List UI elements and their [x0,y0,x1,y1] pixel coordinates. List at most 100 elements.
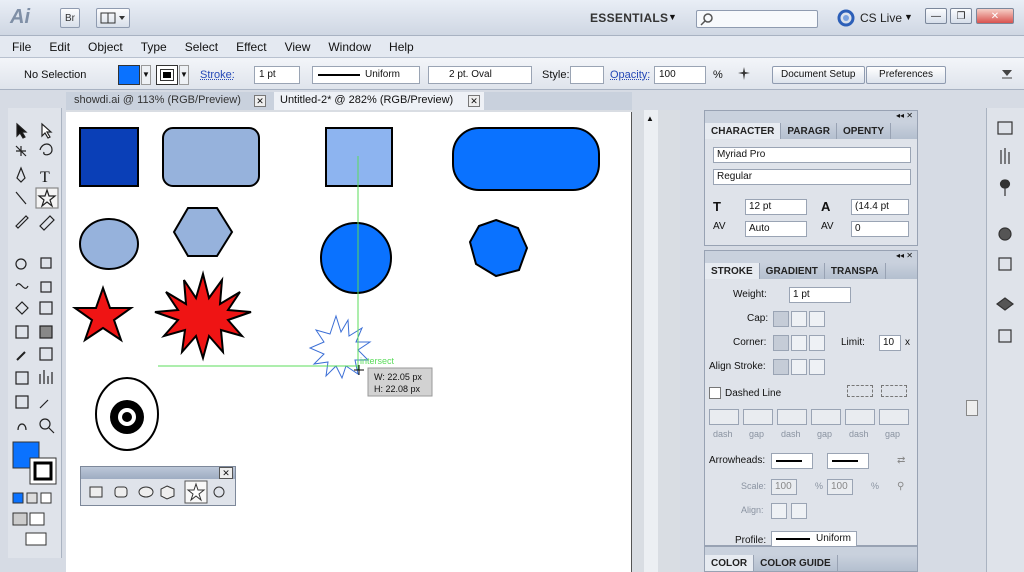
help-search-input[interactable] [696,10,818,28]
menu-help[interactable]: Help [389,40,414,54]
stroke-weight-input[interactable]: 1 pt [789,287,851,303]
panel-collapse-icon[interactable]: ◂◂ ✕ [705,251,917,263]
style-swatch-select[interactable] [570,66,604,84]
panel-collapse-icon[interactable]: ◂◂ ✕ [705,111,917,123]
tab-opentype[interactable]: OPENTY [837,123,892,139]
leading-input[interactable]: (14.4 pt [851,199,909,215]
menu-type[interactable]: Type [141,40,167,54]
arrow-place-button[interactable] [791,503,807,519]
search-icon [700,13,713,26]
fill-dropdown-icon[interactable]: ▼ [141,65,151,85]
dashed-line-checkbox[interactable] [709,387,721,399]
tab-showdi[interactable]: showdi.ai @ 113% (RGB/Preview) [68,92,268,110]
round-cap-button[interactable] [791,311,807,327]
dash-preserve-icon[interactable] [881,385,907,397]
cslive-chevron-icon[interactable]: ▼ [904,12,913,22]
preferences-button[interactable]: Preferences [866,66,946,84]
swatches-icon [997,121,1013,135]
menu-file[interactable]: File [12,40,31,54]
start-scale-input[interactable]: 100 [771,479,797,495]
font-family-select[interactable]: Myriad Pro [713,147,911,163]
link-scale-icon[interactable]: ⚲ [897,481,904,492]
menu-object[interactable]: Object [88,40,123,54]
font-size-input[interactable]: 12 pt [745,199,807,215]
dock-scroll-thumb[interactable] [966,400,978,416]
arrange-documents-button[interactable] [96,8,130,28]
stroke-dropdown-icon[interactable]: ▼ [179,65,189,85]
draw-behind-icon [29,512,45,526]
miter-join-button[interactable] [773,335,789,351]
end-scale-input[interactable]: 100 [827,479,853,495]
cslive-label[interactable]: CS Live [860,11,902,25]
swap-arrowheads-icon[interactable]: ⇄ [897,455,905,466]
opacity-label[interactable]: Opacity: [610,69,650,81]
align-center-button[interactable] [773,359,789,375]
tracking-input[interactable]: 0 [851,221,909,237]
arrow-extend-button[interactable] [771,503,787,519]
menu-effect[interactable]: Effect [236,40,266,54]
brush-select[interactable]: 2 pt. Oval [428,66,532,84]
shape-toolbar-close-icon[interactable]: ✕ [219,467,233,479]
dash-1-input[interactable] [709,409,739,425]
tab-paragraph[interactable]: PARAGR [781,123,837,139]
minimize-button[interactable]: — [925,8,947,24]
align-outside-button[interactable] [809,359,825,375]
column-graph-tool-icon [39,370,53,384]
stroke-profile-value: Uniform [365,69,401,80]
gap-1-input[interactable] [743,409,773,425]
bridge-button[interactable]: Br [60,8,80,28]
tab-stroke[interactable]: STROKE [705,263,760,279]
stroke-profile-select[interactable]: Uniform [771,531,857,547]
font-style-select[interactable]: Regular [713,169,911,185]
menu-view[interactable]: View [285,40,311,54]
butt-cap-button[interactable] [773,311,789,327]
stroke-swatch[interactable] [156,65,178,85]
tab-label: Untitled-2* @ 282% (RGB/Preview) [280,94,454,106]
tab-transparency[interactable]: TRANSPA [825,263,886,279]
restore-button[interactable]: ❐ [950,8,972,24]
bevel-join-button[interactable] [809,335,825,351]
menu-edit[interactable]: Edit [49,40,70,54]
kerning-input[interactable]: Auto [745,221,807,237]
dash-label: dash [713,429,733,439]
dark-blue-square [79,127,139,187]
document-setup-button[interactable]: Document Setup [772,66,865,84]
close-tab-icon[interactable]: ✕ [254,95,266,107]
tab-untitled-2[interactable]: Untitled-2* @ 282% (RGB/Preview) [274,92,484,110]
menu-bar: File Edit Object Type Select Effect View… [0,36,1024,58]
tab-gradient[interactable]: GRADIENT [760,263,825,279]
projecting-cap-button[interactable] [809,311,825,327]
limit-unit: x [905,337,910,348]
miter-limit-input[interactable]: 10 [879,335,901,351]
fill-swatch[interactable] [118,65,140,85]
stroke-label[interactable]: Stroke: [200,69,235,81]
align-inside-button[interactable] [791,359,807,375]
round-join-button[interactable] [791,335,807,351]
canvas-vertical-scrollbar[interactable]: ▲ [644,110,658,572]
stroke-weight-select[interactable]: 1 pt [254,66,300,84]
dash-3-input[interactable] [845,409,875,425]
workspace-chevron-icon[interactable]: ▼ [668,12,677,22]
magic-wand-tool-icon [15,145,27,157]
end-arrowhead-select[interactable] [827,453,869,469]
recolor-icon[interactable] [736,66,752,85]
menu-window[interactable]: Window [328,40,371,54]
tab-color[interactable]: COLOR [705,555,755,571]
dash-align-corners-icon[interactable] [847,385,873,397]
dash-2-input[interactable] [777,409,807,425]
close-tab-icon[interactable]: ✕ [468,95,480,107]
menu-select[interactable]: Select [185,40,218,54]
control-menu-icon[interactable] [1000,68,1014,83]
opacity-input[interactable]: 100 [654,66,706,84]
close-window-button[interactable]: ✕ [976,8,1014,24]
gap-2-input[interactable] [811,409,841,425]
gap-3-input[interactable] [879,409,909,425]
start-arrowhead-select[interactable] [771,453,813,469]
tab-color-guide[interactable]: COLOR GUIDE [754,555,838,571]
tab-character[interactable]: CHARACTER [705,123,782,139]
workspace-switcher[interactable]: ESSENTIALS [590,11,668,25]
shape-toolbar-header[interactable] [81,467,235,479]
cslive-icon[interactable] [836,8,856,31]
gradient-tool-icon [39,325,53,339]
tab-label: showdi.ai @ 113% (RGB/Preview) [74,94,241,106]
